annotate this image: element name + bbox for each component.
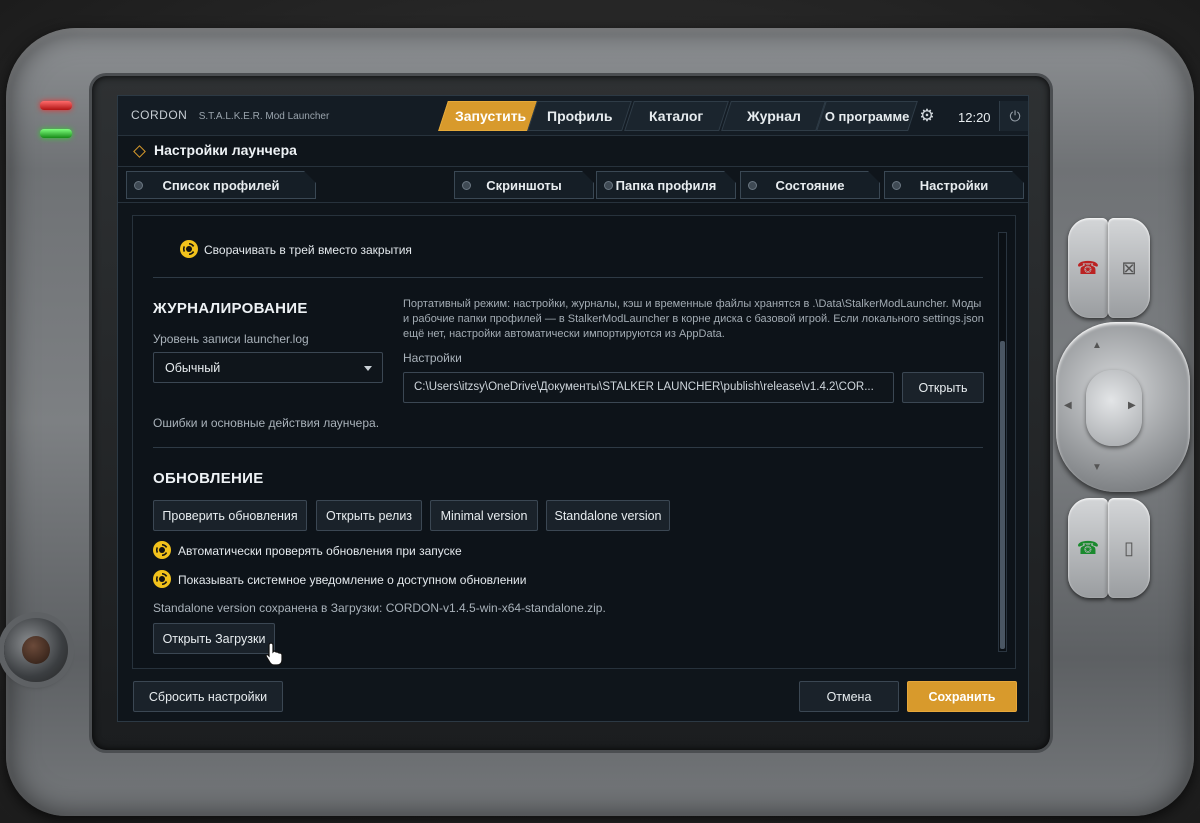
minimal-version-button[interactable]: Minimal version [430,500,538,531]
scrollbar[interactable] [998,232,1007,652]
open-downloads-button[interactable]: Открыть Загрузки [153,623,275,654]
radiation-icon[interactable] [180,240,198,258]
tab-label: Запустить [455,108,527,124]
footer-bar: Сбросить настройки Отмена Сохранить [118,669,1028,721]
save-button[interactable]: Сохранить [907,681,1017,712]
logging-heading: ЖУРНАЛИРОВАНИЕ [153,300,308,317]
scrollbar-thumb[interactable] [1000,341,1005,649]
settings-path-label: Настройки [403,351,462,365]
subtab-label: Настройки [919,177,989,193]
red-led-indicator [40,101,72,110]
clock: 12:20 [958,110,991,125]
subtab-profile-folder[interactable]: Папка профиля [596,171,736,199]
auto-check-option-label[interactable]: Автоматически проверять обновления при з… [178,544,462,558]
tray-option-label[interactable]: Сворачивать в трей вместо закрытия [204,243,412,257]
tab-about[interactable]: О программе [816,101,918,131]
divider [118,202,1028,203]
tab-label: Журнал [746,108,801,124]
tab-label: Каталог [649,108,704,124]
contacts-hardware-button: ▯ [1108,498,1150,598]
standalone-version-button[interactable]: Standalone version [546,500,670,531]
radiation-icon[interactable] [153,570,171,588]
divider [153,277,983,278]
dpad-up-icon: ▲ [1092,340,1102,351]
dpad-down-icon: ▼ [1092,462,1102,473]
reset-settings-button[interactable]: Сбросить настройки [133,681,283,712]
top-bar: CORDON S.T.A.L.K.E.R. Mod Launcher Запус… [118,96,1028,136]
subtab-label: Список профилей [162,177,280,193]
brand-name: CORDON [131,108,188,122]
status-dot-icon [748,181,757,190]
page-title: Настройки лаунчера [154,142,297,158]
dpad-left-icon: ◀ [1064,400,1072,411]
tab-label: Профиль [546,108,613,124]
knob-core [22,636,50,664]
brand-subtitle: S.T.A.L.K.E.R. Mod Launcher [198,111,330,122]
dpad-hardware: ▲ ▼ ◀ ▶ [1056,322,1190,492]
log-level-hint: Ошибки и основные действия лаунчера. [153,416,380,430]
log-level-select[interactable]: Обычный [153,352,383,383]
portable-mode-note: Портативный режим: настройки, журналы, к… [403,298,984,340]
status-dot-icon [892,181,901,190]
launcher-window: CORDON S.T.A.L.K.E.R. Mod Launcher Запус… [117,95,1029,722]
settings-panel: Сворачивать в трей вместо закрытия ЖУРНА… [132,215,1016,669]
hangup-hardware-button: ☎ [1068,218,1108,318]
tab-profile[interactable]: Профиль [527,101,632,131]
divider [153,447,983,448]
diamond-icon [133,145,146,158]
app-brand: CORDON S.T.A.L.K.E.R. Mod Launcher [131,108,329,122]
subtab-label: Состояние [775,177,845,193]
pda-device-frame: ☎ ⊠ ▲ ▼ ◀ ▶ ☎ ▯ CORDON S.T.A.L.K.E.R. Mo… [0,0,1200,823]
side-knob [4,618,68,682]
status-dot-icon [462,181,471,190]
tab-catalog[interactable]: Каталог [624,101,729,131]
dpad-right-icon: ▶ [1128,400,1136,411]
section-header: Настройки лаунчера [118,136,1028,167]
settings-path-field[interactable]: C:\Users\itzsy\OneDrive\Документы\STALKE… [403,372,894,403]
tab-journal[interactable]: Журнал [721,101,826,131]
subtab-settings[interactable]: Настройки [884,171,1024,199]
subtab-screenshots[interactable]: Скриншоты [454,171,594,199]
cancel-button[interactable]: Отмена [799,681,899,712]
chevron-down-icon [364,366,372,371]
check-updates-button[interactable]: Проверить обновления [153,500,307,531]
green-led-indicator [40,129,72,138]
power-icon[interactable]: ⏻ [999,101,1028,131]
subtab-label: Скриншоты [486,177,562,193]
open-settings-button[interactable]: Открыть [902,372,984,403]
subtab-label: Папка профиля [615,177,717,193]
open-release-button[interactable]: Открыть релиз [316,500,422,531]
tab-label: О программе [824,108,910,124]
subtab-state[interactable]: Состояние [740,171,880,199]
download-status-text: Standalone version сохранена в Загрузки:… [153,601,606,615]
gear-icon[interactable]: ⚙ [917,106,937,126]
call-hardware-button: ☎ [1068,498,1108,598]
update-heading: ОБНОВЛЕНИЕ [153,470,264,487]
notify-option-label[interactable]: Показывать системное уведомление о досту… [178,573,526,587]
status-dot-icon [134,181,143,190]
subtab-profiles[interactable]: Список профилей [126,171,316,199]
radiation-icon[interactable] [153,541,171,559]
log-level-label: Уровень записи launcher.log [153,332,309,346]
log-level-value: Обычный [165,361,221,375]
hand-cursor-icon [265,642,283,666]
calendar-hardware-button: ⊠ [1108,218,1150,318]
status-dot-icon [604,181,613,190]
